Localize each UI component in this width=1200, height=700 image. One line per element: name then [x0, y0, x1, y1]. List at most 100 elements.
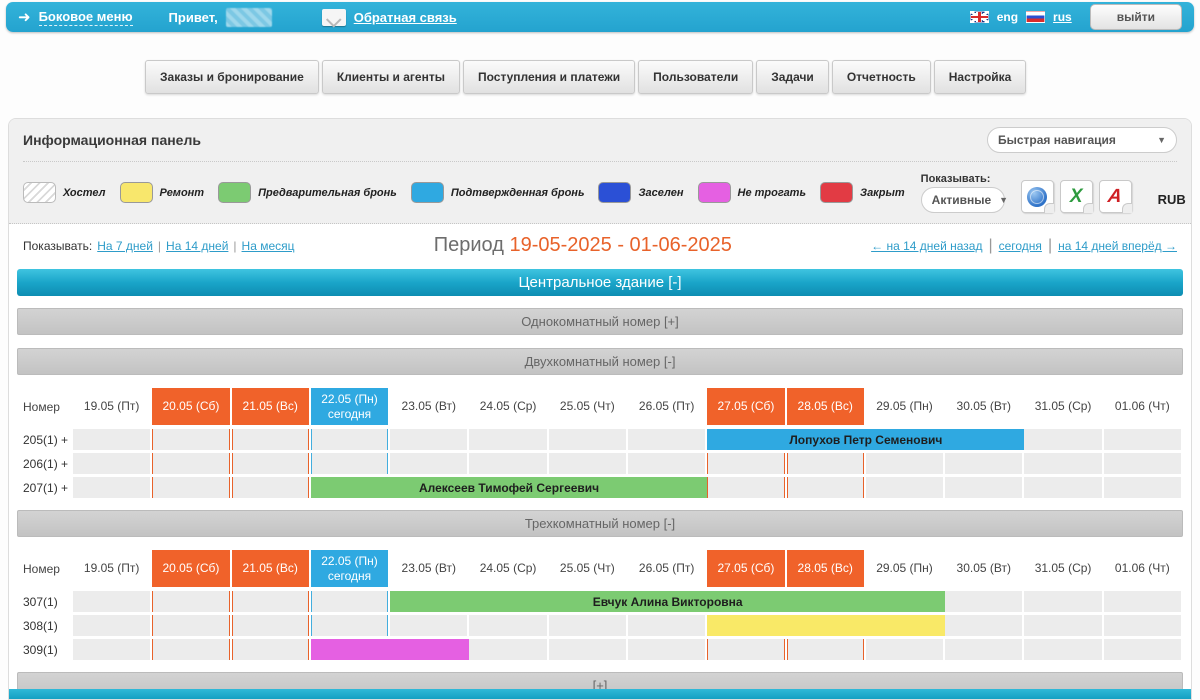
range-14-days-link[interactable]: На 14 дней: [166, 239, 228, 253]
uk-flag-icon[interactable]: [970, 11, 989, 23]
day-cell[interactable]: [73, 615, 150, 636]
room-label[interactable]: 206(1) +: [17, 453, 73, 474]
day-cell[interactable]: [390, 615, 467, 636]
day-cell[interactable]: [73, 477, 150, 498]
room-label[interactable]: 309(1): [17, 639, 73, 660]
day-cell[interactable]: [945, 615, 1022, 636]
day-cell[interactable]: [152, 477, 229, 498]
building-header-central[interactable]: Центральное здание [-]: [17, 269, 1183, 296]
lang-eng-label[interactable]: eng: [997, 10, 1018, 24]
nav-tab-2[interactable]: Клиенты и агенты: [322, 60, 460, 94]
nav-tab-7[interactable]: Настройка: [934, 60, 1027, 94]
section-three-room[interactable]: Трехкомнатный номер [-]: [17, 510, 1183, 537]
day-cell[interactable]: [469, 615, 546, 636]
day-cell[interactable]: [549, 453, 626, 474]
day-cell[interactable]: [1024, 453, 1101, 474]
nav-tab-1[interactable]: Заказы и бронирование: [145, 60, 319, 94]
logout-button[interactable]: выйти: [1090, 4, 1182, 30]
day-cell[interactable]: [1104, 477, 1181, 498]
booking-bar[interactable]: [311, 639, 470, 660]
range-month-link[interactable]: На месяц: [242, 239, 295, 253]
day-cell[interactable]: [152, 453, 229, 474]
booking-bar[interactable]: Евчук Алина Викторовна: [390, 591, 945, 612]
show-filter-select[interactable]: Активные ▼: [921, 187, 1005, 213]
day-cell[interactable]: [469, 639, 546, 660]
day-cell[interactable]: [232, 639, 309, 660]
booking-bar[interactable]: Алексеев Тимофей Сергеевич: [311, 477, 707, 498]
day-cell[interactable]: [232, 591, 309, 612]
room-label[interactable]: 205(1) +: [17, 429, 73, 450]
day-cell[interactable]: [1024, 429, 1101, 450]
nav-tab-5[interactable]: Задачи: [756, 60, 829, 94]
day-cell[interactable]: [152, 591, 229, 612]
day-cell[interactable]: [469, 453, 546, 474]
day-cell[interactable]: [1024, 477, 1101, 498]
section-two-room[interactable]: Двухкомнатный номер [-]: [17, 348, 1183, 375]
ru-flag-icon[interactable]: [1026, 11, 1045, 23]
day-cell[interactable]: [628, 615, 705, 636]
day-cell[interactable]: [232, 429, 309, 450]
day-cell[interactable]: [311, 429, 388, 450]
export-pdf-icon[interactable]: A: [1099, 180, 1132, 213]
day-cell[interactable]: [311, 591, 388, 612]
day-cell[interactable]: [1024, 639, 1101, 660]
day-cell[interactable]: [866, 477, 943, 498]
range-7-days-link[interactable]: На 7 дней: [97, 239, 153, 253]
day-cell[interactable]: [73, 639, 150, 660]
day-cell[interactable]: [390, 453, 467, 474]
day-cell[interactable]: [390, 429, 467, 450]
room-label[interactable]: 207(1) +: [17, 477, 73, 498]
section-one-room[interactable]: Однокомнатный номер [+]: [17, 308, 1183, 335]
day-cell[interactable]: [311, 615, 388, 636]
day-cell[interactable]: [628, 453, 705, 474]
room-label[interactable]: 307(1): [17, 591, 73, 612]
day-cell[interactable]: [866, 639, 943, 660]
day-cell[interactable]: [73, 429, 150, 450]
room-label[interactable]: 308(1): [17, 615, 73, 636]
day-cell[interactable]: [628, 429, 705, 450]
day-cell[interactable]: [73, 453, 150, 474]
day-cell[interactable]: [945, 453, 1022, 474]
day-cell[interactable]: [945, 591, 1022, 612]
booking-bar[interactable]: Лопухов Петр Семенович: [707, 429, 1024, 450]
today-link[interactable]: сегодня: [999, 239, 1042, 253]
day-cell[interactable]: [549, 615, 626, 636]
nav-tab-4[interactable]: Пользователи: [638, 60, 753, 94]
day-cell[interactable]: [232, 453, 309, 474]
day-cell[interactable]: [1024, 615, 1101, 636]
day-cell[interactable]: [73, 591, 150, 612]
booking-bar[interactable]: [707, 615, 945, 636]
day-cell[interactable]: [152, 429, 229, 450]
day-cell[interactable]: [787, 453, 864, 474]
day-cell[interactable]: [1104, 615, 1181, 636]
day-cell[interactable]: [1104, 591, 1181, 612]
back-14-days-link[interactable]: ← на 14 дней назад: [871, 239, 982, 253]
day-cell[interactable]: [1104, 429, 1181, 450]
quick-navigation-select[interactable]: Быстрая навигация ▼: [987, 127, 1177, 153]
day-cell[interactable]: [787, 477, 864, 498]
day-cell[interactable]: [628, 639, 705, 660]
side-menu-link[interactable]: Боковое меню: [39, 9, 133, 26]
nav-tab-6[interactable]: Отчетность: [832, 60, 931, 94]
nav-tab-3[interactable]: Поступления и платежи: [463, 60, 635, 94]
export-html-icon[interactable]: [1021, 180, 1054, 213]
lang-rus-link[interactable]: rus: [1053, 10, 1072, 24]
day-cell[interactable]: [1104, 639, 1181, 660]
export-excel-icon[interactable]: X: [1060, 180, 1093, 213]
day-cell[interactable]: [945, 477, 1022, 498]
day-cell[interactable]: [707, 477, 784, 498]
day-cell[interactable]: [152, 615, 229, 636]
day-cell[interactable]: [311, 453, 388, 474]
day-cell[interactable]: [1104, 453, 1181, 474]
day-cell[interactable]: [152, 639, 229, 660]
forward-14-days-link[interactable]: на 14 дней вперёд →: [1058, 239, 1177, 253]
day-cell[interactable]: [787, 639, 864, 660]
day-cell[interactable]: [232, 477, 309, 498]
feedback-link[interactable]: Обратная связь: [354, 10, 457, 25]
day-cell[interactable]: [549, 429, 626, 450]
day-cell[interactable]: [549, 639, 626, 660]
day-cell[interactable]: [866, 453, 943, 474]
day-cell[interactable]: [707, 639, 784, 660]
day-cell[interactable]: [945, 639, 1022, 660]
day-cell[interactable]: [1024, 591, 1101, 612]
